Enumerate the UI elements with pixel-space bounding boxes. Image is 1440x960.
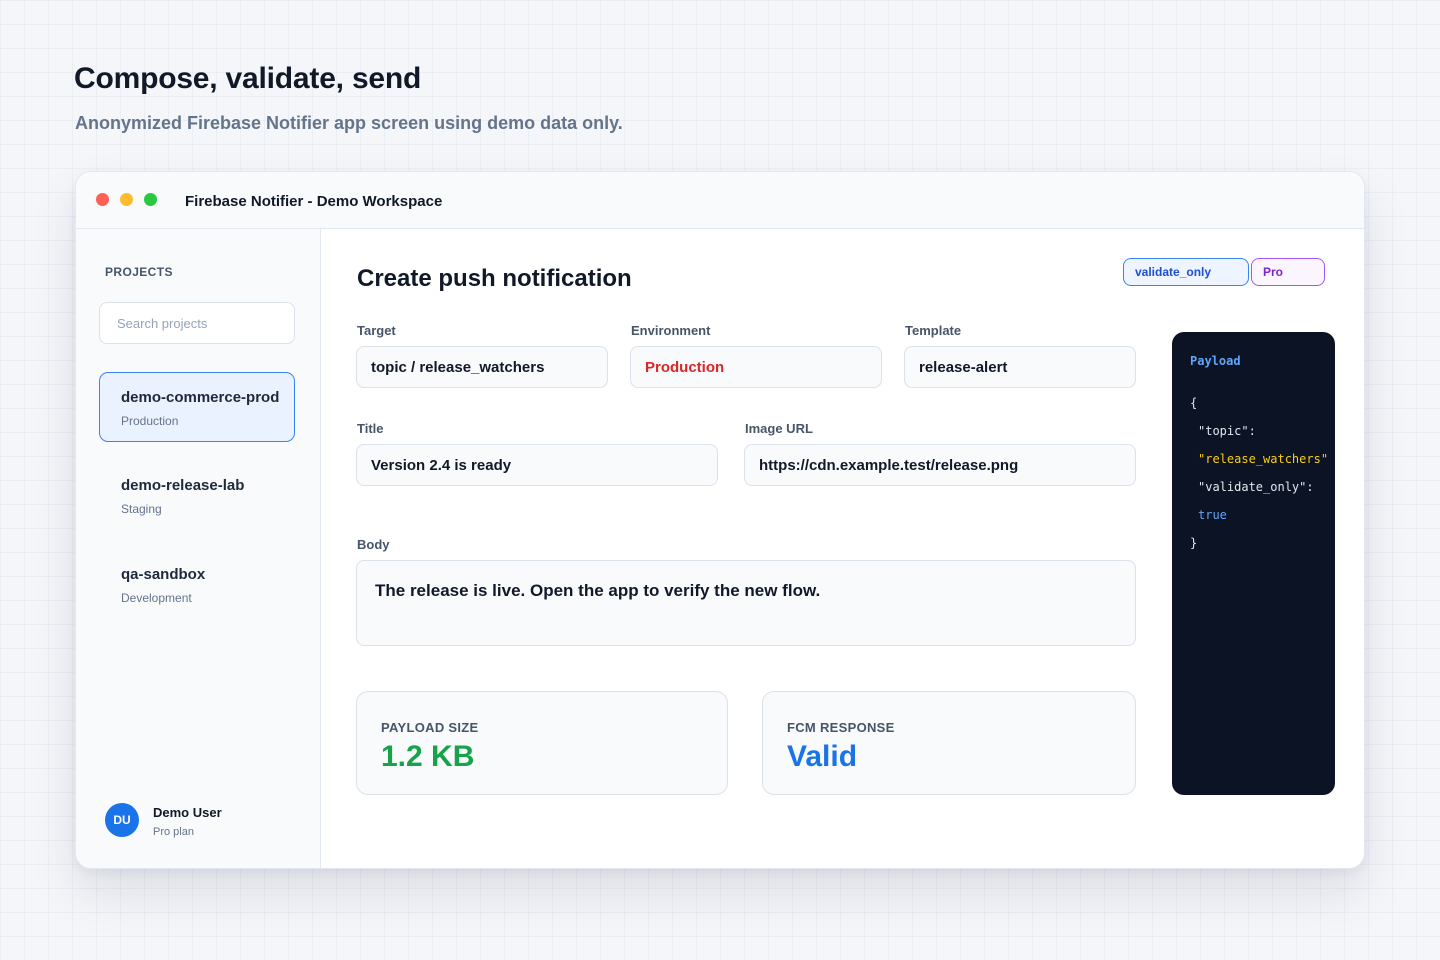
title-label: Title: [357, 421, 384, 436]
sidebar-item-demo-commerce-prod[interactable]: demo-commerce-prod Production: [99, 372, 295, 442]
user-name: Demo User: [153, 805, 222, 820]
image-url-field[interactable]: https://cdn.example.test/release.png: [744, 444, 1136, 486]
page-title: Compose, validate, send: [74, 62, 422, 95]
code-line: "topic":: [1198, 424, 1256, 438]
template-label: Template: [905, 323, 962, 338]
code-line: "validate_only":: [1198, 480, 1314, 494]
code-line: }: [1190, 536, 1198, 550]
payload-preview: Payload { "topic": "release_watchers" "v…: [1172, 332, 1335, 795]
project-environment: Development: [121, 591, 192, 605]
pro-badge[interactable]: Pro: [1251, 258, 1325, 286]
search-projects-input[interactable]: [99, 302, 295, 344]
user-profile[interactable]: DU Demo User Pro plan: [105, 802, 295, 842]
minimize-window-button[interactable]: [120, 193, 133, 206]
environment-label: Environment: [631, 323, 711, 338]
validate-only-badge[interactable]: validate_only: [1123, 258, 1249, 286]
sidebar: PROJECTS demo-commerce-prod Production d…: [76, 229, 321, 868]
project-name: qa-sandbox: [121, 566, 206, 583]
window-title: Firebase Notifier - Demo Workspace: [185, 193, 443, 210]
environment-select[interactable]: Production: [630, 346, 882, 388]
body-label: Body: [357, 537, 390, 552]
window-titlebar: Firebase Notifier - Demo Workspace: [76, 172, 1364, 229]
project-name: demo-release-lab: [121, 477, 245, 494]
project-environment: Production: [121, 414, 179, 428]
fcm-response-label: FCM RESPONSE: [787, 720, 895, 735]
maximize-window-button[interactable]: [144, 193, 157, 206]
page-subtitle: Anonymized Firebase Notifier app screen …: [75, 113, 623, 133]
close-window-button[interactable]: [96, 193, 109, 206]
main-title: Create push notification: [357, 265, 632, 292]
app-window: Firebase Notifier - Demo Workspace PROJE…: [75, 171, 1365, 869]
sidebar-item-qa-sandbox[interactable]: qa-sandbox Development: [99, 549, 295, 619]
code-line: {: [1190, 396, 1198, 410]
payload-size-label: PAYLOAD SIZE: [381, 720, 479, 735]
body-textarea[interactable]: The release is live. Open the app to ver…: [356, 560, 1136, 646]
sidebar-heading: PROJECTS: [105, 265, 173, 279]
target-label: Target: [357, 323, 396, 338]
template-select[interactable]: release-alert: [904, 346, 1136, 388]
title-field[interactable]: Version 2.4 is ready: [356, 444, 718, 486]
payload-size-card: PAYLOAD SIZE 1.2 KB: [356, 691, 728, 795]
fcm-response-value: Valid: [787, 740, 858, 773]
target-field[interactable]: topic / release_watchers: [356, 346, 608, 388]
image-url-label: Image URL: [745, 421, 813, 436]
user-plan: Pro plan: [153, 826, 194, 838]
sidebar-item-demo-release-lab[interactable]: demo-release-lab Staging: [99, 460, 295, 530]
code-line: true: [1198, 508, 1227, 522]
fcm-response-card: FCM RESPONSE Valid: [762, 691, 1136, 795]
code-line: "release_watchers": [1198, 452, 1329, 466]
payload-size-value: 1.2 KB: [381, 740, 475, 773]
project-environment: Staging: [121, 502, 162, 516]
payload-title: Payload: [1190, 354, 1241, 368]
avatar: DU: [105, 803, 139, 837]
project-name: demo-commerce-prod: [121, 389, 280, 406]
